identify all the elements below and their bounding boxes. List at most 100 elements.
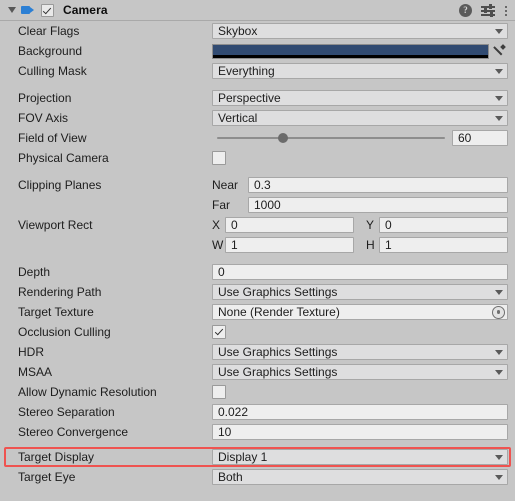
dropdown-culling-mask-value: Everything — [218, 64, 275, 78]
dropdown-rendering-path-value: Use Graphics Settings — [218, 285, 338, 299]
row-clear-flags: Clear Flags Skybox — [0, 21, 515, 41]
label-clear-flags: Clear Flags — [18, 24, 80, 38]
row-stereo-separation: Stereo Separation 0.022 — [0, 402, 515, 422]
checkbox-occlusion-culling[interactable] — [212, 325, 226, 339]
dropdown-culling-mask[interactable]: Everything — [212, 63, 508, 79]
chevron-down-icon — [495, 28, 503, 34]
eyedropper-icon[interactable] — [491, 44, 508, 59]
input-field-of-view[interactable]: 60 — [452, 130, 508, 146]
row-occlusion-culling: Occlusion Culling — [0, 322, 515, 342]
slider-handle[interactable] — [277, 133, 288, 143]
dropdown-clear-flags-value: Skybox — [218, 24, 258, 38]
label-stereo-separation: Stereo Separation — [18, 405, 115, 419]
row-target-texture: Target Texture None (Render Texture) — [0, 302, 515, 322]
input-viewport-y[interactable]: 0 — [379, 217, 508, 233]
row-fov-axis: FOV Axis Vertical — [0, 108, 515, 128]
color-swatch-fill — [213, 44, 488, 55]
row-culling-mask: Culling Mask Everything — [0, 61, 515, 81]
row-allow-dynamic-resolution: Allow Dynamic Resolution — [0, 382, 515, 402]
dropdown-target-eye[interactable]: Both — [212, 469, 508, 485]
row-physical-camera: Physical Camera — [0, 148, 515, 168]
label-rendering-path: Rendering Path — [18, 285, 102, 299]
row-clipping-planes-far: Far 1000 — [0, 195, 515, 215]
label-fov-axis: FOV Axis — [18, 111, 69, 125]
dropdown-target-eye-value: Both — [218, 470, 243, 484]
label-msaa: MSAA — [18, 365, 53, 379]
header-tools: ? — [459, 0, 508, 21]
section-spacer — [0, 168, 515, 175]
chevron-down-icon — [495, 95, 503, 101]
row-viewport-rect-wh: W 1 H 1 — [0, 235, 515, 255]
label-projection: Projection — [18, 91, 72, 105]
row-target-eye: Target Eye Both — [0, 467, 515, 487]
object-picker-icon[interactable] — [492, 305, 505, 319]
dropdown-fov-axis[interactable]: Vertical — [212, 110, 508, 126]
row-viewport-rect-xy: Viewport Rect X 0 Y 0 — [0, 215, 515, 235]
input-depth[interactable]: 0 — [212, 264, 508, 280]
dropdown-clear-flags[interactable]: Skybox — [212, 23, 508, 39]
objectfield-target-texture[interactable]: None (Render Texture) — [212, 304, 508, 320]
color-swatch-alpha-bar — [213, 54, 488, 58]
help-icon[interactable]: ? — [459, 4, 472, 17]
chevron-down-icon — [495, 369, 503, 375]
label-h: H — [366, 238, 375, 252]
row-background: Background — [0, 41, 515, 61]
component-title: Camera — [63, 3, 108, 17]
label-y: Y — [366, 218, 375, 232]
label-near: Near — [212, 178, 239, 192]
dropdown-hdr[interactable]: Use Graphics Settings — [212, 344, 508, 360]
input-viewport-w[interactable]: 1 — [225, 237, 354, 253]
label-viewport-rect: Viewport Rect — [18, 218, 93, 232]
slider-field-of-view[interactable] — [212, 130, 447, 146]
section-spacer — [0, 81, 515, 88]
component-enabled-checkbox[interactable] — [41, 3, 54, 17]
chevron-down-icon — [495, 289, 503, 295]
label-target-eye: Target Eye — [18, 470, 76, 484]
chevron-down-icon — [495, 474, 503, 480]
checkbox-physical-camera[interactable] — [212, 151, 226, 165]
color-swatch-background[interactable] — [212, 43, 489, 59]
input-clip-far[interactable]: 1000 — [248, 197, 508, 213]
label-target-texture: Target Texture — [18, 305, 94, 319]
checkbox-allow-dynamic-resolution[interactable] — [212, 385, 226, 399]
dropdown-target-display[interactable]: Display 1 — [212, 449, 508, 465]
dropdown-target-display-value: Display 1 — [218, 450, 268, 464]
row-field-of-view: Field of View 60 — [0, 128, 515, 148]
slider-track — [217, 137, 445, 139]
camera-icon — [20, 2, 36, 18]
dropdown-projection-value: Perspective — [218, 91, 281, 105]
input-viewport-x[interactable]: 0 — [225, 217, 354, 233]
label-culling-mask: Culling Mask — [18, 64, 87, 78]
chevron-down-icon — [495, 68, 503, 74]
input-viewport-h[interactable]: 1 — [379, 237, 508, 253]
preset-icon[interactable] — [481, 4, 495, 17]
component-header[interactable]: Camera ? — [0, 0, 515, 21]
row-target-display: Target Display Display 1 — [0, 447, 515, 467]
row-clipping-planes-near: Clipping Planes Near 0.3 — [0, 175, 515, 195]
inspector-body: Clear Flags Skybox Background Culling Ma… — [0, 21, 515, 487]
label-x: X — [212, 218, 221, 232]
row-stereo-convergence: Stereo Convergence 10 — [0, 422, 515, 442]
label-clipping-planes: Clipping Planes — [18, 178, 102, 192]
dropdown-rendering-path[interactable]: Use Graphics Settings — [212, 284, 508, 300]
row-depth: Depth 0 — [0, 262, 515, 282]
foldout-triangle-icon[interactable] — [6, 4, 18, 16]
dropdown-msaa[interactable]: Use Graphics Settings — [212, 364, 508, 380]
label-stereo-convergence: Stereo Convergence — [18, 425, 129, 439]
dropdown-fov-axis-value: Vertical — [218, 111, 258, 125]
row-hdr: HDR Use Graphics Settings — [0, 342, 515, 362]
dropdown-hdr-value: Use Graphics Settings — [218, 345, 338, 359]
input-stereo-separation[interactable]: 0.022 — [212, 404, 508, 420]
label-allow-dynamic-resolution: Allow Dynamic Resolution — [18, 385, 157, 399]
label-far: Far — [212, 198, 230, 212]
input-stereo-convergence[interactable]: 10 — [212, 424, 508, 440]
label-w: W — [212, 238, 224, 252]
section-spacer — [0, 255, 515, 262]
chevron-down-icon — [495, 115, 503, 121]
label-physical-camera: Physical Camera — [18, 151, 109, 165]
dropdown-msaa-value: Use Graphics Settings — [218, 365, 338, 379]
input-clip-near[interactable]: 0.3 — [248, 177, 508, 193]
label-target-display: Target Display — [18, 450, 95, 464]
dropdown-projection[interactable]: Perspective — [212, 90, 508, 106]
more-menu-icon[interactable] — [504, 4, 508, 18]
